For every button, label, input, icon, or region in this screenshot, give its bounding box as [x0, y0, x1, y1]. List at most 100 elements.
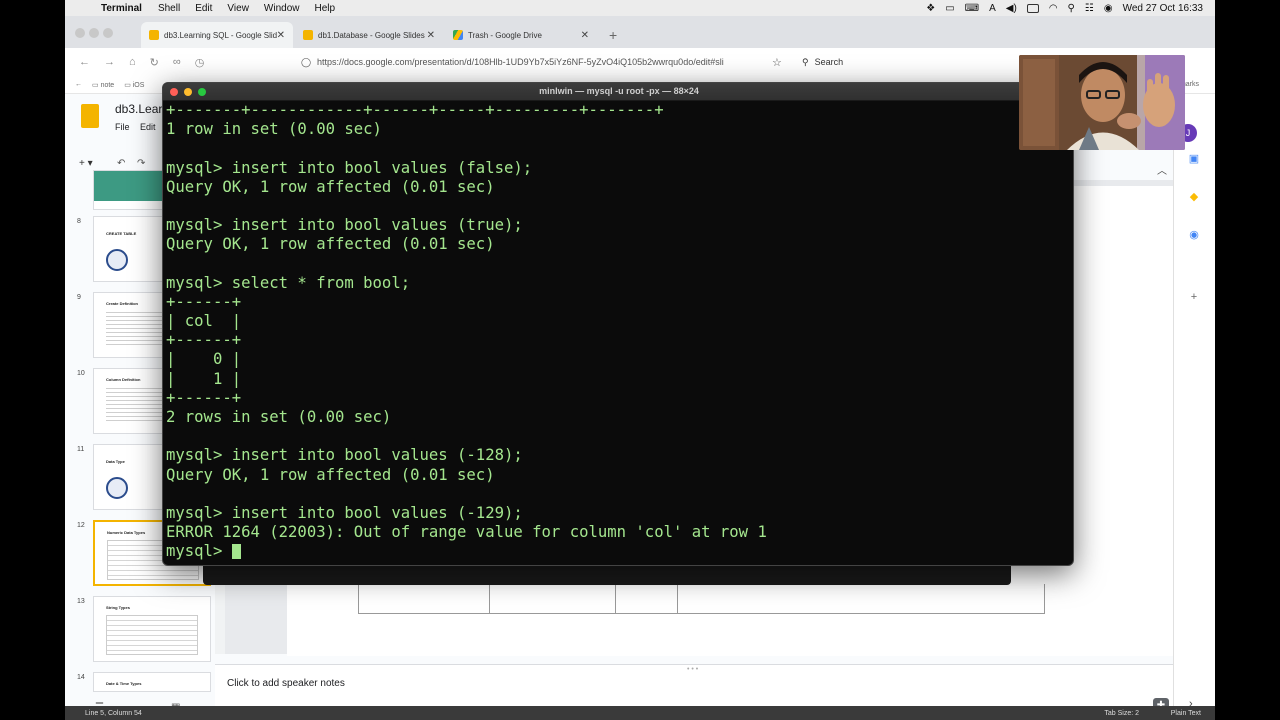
bookmark-star-icon[interactable]: ☆ — [772, 56, 782, 69]
reader-icon[interactable]: ∞ — [173, 56, 181, 68]
terminal-line: Query OK, 1 row affected (0.01 sec) — [166, 235, 495, 254]
menu-help[interactable]: Help — [315, 3, 336, 14]
undo-icon[interactable]: ↶ — [117, 158, 125, 169]
add-addon-icon[interactable]: + — [1187, 290, 1201, 304]
close-tab-icon[interactable]: ✕ — [581, 30, 589, 41]
window-zoom-dot[interactable] — [103, 28, 113, 38]
slide-thumb-title: Date & Time Types — [106, 681, 142, 686]
webcam-image — [1019, 55, 1185, 150]
close-tab-icon[interactable]: ✕ — [277, 30, 285, 41]
slide-number: 11 — [77, 446, 85, 453]
slide-thumbnail-14[interactable]: Date & Time Types — [93, 672, 211, 692]
slide-table-fragment[interactable] — [358, 584, 1045, 614]
redo-icon[interactable]: ↷ — [137, 158, 145, 169]
bookmark-note[interactable]: ▭ note — [92, 81, 114, 89]
tab-db1-database[interactable]: db1.Database - Google Slides ✕ — [295, 22, 443, 48]
airplay-icon[interactable]: ▭ — [945, 3, 954, 14]
terminal-titlebar[interactable]: minlwin — mysql -u root -px — 88×24 — [163, 83, 1073, 101]
window-close-dot[interactable] — [75, 28, 85, 38]
home-icon[interactable]: ⌂ — [129, 56, 136, 68]
bookmark-ios[interactable]: ▭ iOS — [124, 81, 144, 89]
keyboard-icon[interactable]: ⌨ — [965, 3, 979, 14]
webcam-overlay — [1019, 55, 1185, 150]
battery-icon[interactable] — [1026, 3, 1039, 13]
google-drive-icon — [453, 30, 463, 40]
terminal-output[interactable]: +-------+------------+------+-----+-----… — [166, 101, 1072, 565]
plus-icon: + — [609, 27, 618, 43]
google-slides-icon — [303, 30, 313, 40]
menu-shell[interactable]: Shell — [158, 3, 180, 14]
spotlight-icon[interactable]: ⚲ — [1068, 3, 1075, 14]
tasks-icon[interactable]: ◉ — [1187, 228, 1201, 242]
terminal-line: | 0 | — [166, 350, 242, 369]
slide-number: 12 — [77, 522, 85, 529]
terminal-line: Query OK, 1 row affected (0.01 sec) — [166, 177, 495, 196]
wifi-icon[interactable]: ◠ — [1049, 3, 1058, 14]
side-panel: ▣ ◆ ◉ + — [1173, 94, 1215, 720]
language-mode[interactable]: Plain Text — [1171, 710, 1201, 717]
slide-thumb-title: Data Type — [106, 459, 125, 464]
slide-thumb-title: Create Definition — [106, 301, 139, 306]
terminal-line: +-------+------------+------+-----+-----… — [166, 101, 664, 119]
calendar-icon[interactable]: ▣ — [1187, 152, 1201, 166]
control-center-icon[interactable]: ☷ — [1085, 3, 1094, 14]
terminal-window[interactable]: minlwin — mysql -u root -px — 88×24 +---… — [162, 82, 1074, 566]
menu-edit[interactable]: Edit — [195, 3, 212, 14]
back-mini-icon[interactable]: ← — [75, 81, 82, 88]
slide-thumbnail-13[interactable]: String Types — [93, 596, 211, 662]
google-slides-logo-icon[interactable] — [81, 104, 99, 128]
menu-app-terminal[interactable]: Terminal — [101, 3, 142, 14]
collapse-chevron-icon[interactable]: ︿ — [1157, 162, 1167, 177]
terminal-line: mysql> insert into bool values (false); — [166, 158, 533, 177]
macos-menubar: Terminal Shell Edit View Window Help ❖ ▭… — [65, 0, 1215, 16]
forward-icon[interactable]: → — [104, 56, 115, 68]
terminal-title: minlwin — mysql -u root -px — 88×24 — [539, 86, 699, 96]
new-slide-icon[interactable]: + ▾ — [79, 158, 93, 169]
resize-handle[interactable]: • • • — [687, 666, 698, 673]
menu-edit[interactable]: Edit — [140, 122, 156, 132]
terminal-line: 1 row in set (0.00 sec) — [166, 120, 382, 139]
close-tab-icon[interactable]: ✕ — [427, 30, 435, 41]
slide-thumb-table — [106, 615, 198, 655]
menu-window[interactable]: Window — [264, 3, 300, 14]
slide-thumb-title: Column Definition — [106, 377, 141, 382]
window-minimize-dot[interactable] — [89, 28, 99, 38]
tab-size[interactable]: Tab Size: 2 — [1104, 710, 1139, 717]
menu-view[interactable]: View — [227, 3, 249, 14]
slide-thumb-title: CREATE TABLE — [106, 231, 137, 236]
volume-icon[interactable]: ◀) — [1006, 3, 1017, 14]
new-tab-button[interactable]: + — [601, 22, 625, 48]
university-seal-icon — [106, 249, 128, 271]
dropbox-icon[interactable]: ❖ — [926, 3, 935, 14]
siri-icon[interactable]: ◉ — [1104, 3, 1113, 14]
terminal-line: mysql> insert into bool values (true); — [166, 216, 523, 235]
tab-label: Trash - Google Drive — [468, 30, 542, 40]
slide-number: 10 — [77, 370, 85, 377]
tab-strip: db3.Learning SQL - Google Slid ✕ db1.Dat… — [65, 16, 1215, 48]
history-icon[interactable]: ◷ — [195, 56, 205, 69]
input-source-icon[interactable]: A — [989, 3, 996, 14]
tab-label: db1.Database - Google Slides — [318, 30, 425, 40]
terminal-line: mysql> — [166, 542, 1072, 561]
editor-status-bar: Line 5, Column 54 Tab Size: 2 Plain Text — [65, 706, 1215, 720]
keep-icon[interactable]: ◆ — [1187, 190, 1201, 204]
address-bar[interactable]: ◯ https://docs.google.com/presentation/d… — [277, 52, 797, 72]
cursor-position[interactable]: Line 5, Column 54 — [85, 710, 142, 717]
slide-number: 13 — [77, 598, 85, 605]
tab-db3-learning-sql[interactable]: db3.Learning SQL - Google Slid ✕ — [141, 22, 293, 48]
search-field[interactable]: ⚲ Search — [802, 53, 982, 71]
back-icon[interactable]: ← — [79, 56, 90, 68]
terminal-line: | col | — [166, 312, 242, 331]
reload-icon[interactable]: ↻ — [150, 56, 159, 69]
menu-file[interactable]: File — [115, 122, 130, 132]
menubar-clock[interactable]: Wed 27 Oct 16:33 — [1123, 3, 1203, 14]
terminal-line: ERROR 1264 (22003): Out of range value f… — [166, 523, 767, 542]
document-title[interactable]: db3.Lear — [115, 102, 162, 116]
right-letterbox — [1215, 0, 1280, 720]
tab-trash-google-drive[interactable]: Trash - Google Drive ✕ — [445, 22, 597, 48]
slide-thumb-title: String Types — [106, 605, 130, 610]
